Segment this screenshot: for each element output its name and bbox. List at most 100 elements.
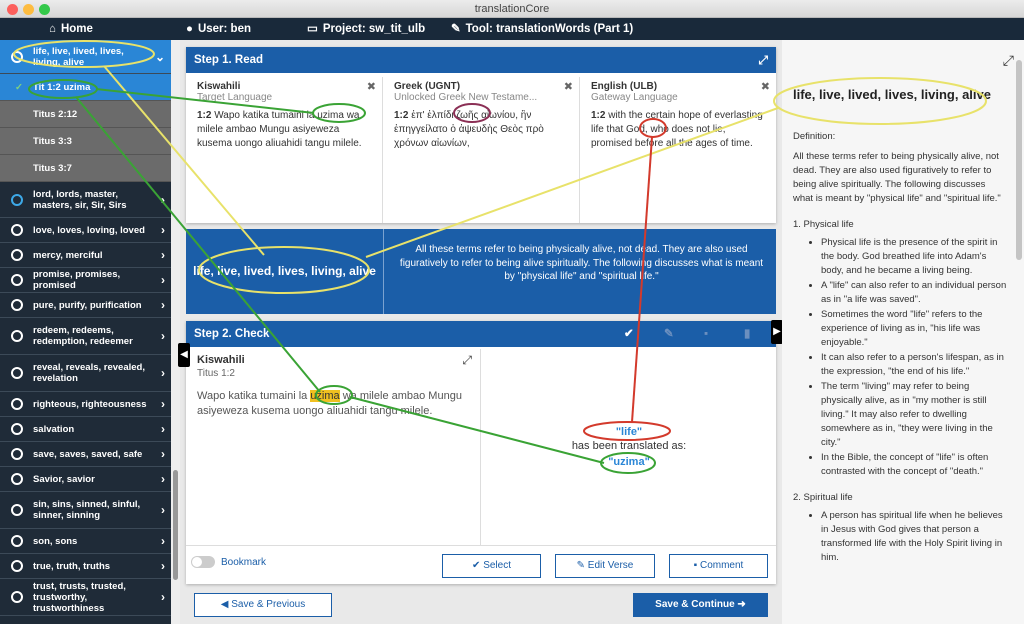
chevron-right-icon: › [161, 397, 165, 411]
tool-nav[interactable]: ✎ Tool: translationWords (Part 1) [451, 18, 633, 40]
highlighted-word: uzima [310, 390, 340, 402]
group-love[interactable]: love, loves, loving, loved › [0, 218, 171, 243]
edit-verse-button[interactable]: ✎ Edit Verse [555, 554, 655, 578]
chevron-right-icon: › [161, 503, 165, 517]
close-icon[interactable]: ✖ [564, 80, 573, 93]
chevron-right-icon: › [161, 447, 165, 461]
select-button[interactable]: ✔ Select [442, 554, 541, 578]
check-icon[interactable]: ✔ [624, 321, 634, 347]
step1-panel: Step 1. Read ⤢ Kiswahili Target Language … [186, 47, 776, 223]
verse-text: 1:2 with the certain hope of everlasting… [591, 110, 763, 149]
chevron-down-icon: ⌄ [154, 49, 165, 64]
progress-circle-icon [11, 398, 23, 410]
sidebar-item-titus-2-12[interactable]: Titus 2:12 [0, 101, 171, 128]
group-true[interactable]: true, truth, truths › [0, 554, 171, 579]
progress-circle-icon [11, 591, 23, 603]
home-nav[interactable]: ⌂ Home [49, 18, 93, 40]
verse-text: 1:2 ἐπ' ἐλπίδι ζωῆς αἰωνίου, ἣν ἐπηγγείλ… [394, 110, 544, 149]
group-save[interactable]: save, saves, saved, safe › [0, 442, 171, 467]
progress-circle-icon [11, 330, 23, 342]
collapse-sidebar-button[interactable]: ◀ [178, 343, 190, 367]
sidebar-scroll-thumb[interactable] [173, 470, 178, 580]
minimize-window-button[interactable] [23, 4, 34, 15]
chevron-right-icon: › [161, 472, 165, 486]
close-icon[interactable]: ✖ [761, 80, 770, 93]
step1-header: Step 1. Read ⤢ [186, 47, 776, 73]
main-area: Step 1. Read ⤢ Kiswahili Target Language … [180, 40, 782, 624]
save-previous-button[interactable]: ◀ Save & Previous [194, 593, 332, 617]
window-title: translationCore [474, 3, 550, 15]
definition-term: life, live, lived, lives, living, alive [186, 229, 384, 314]
group-trust[interactable]: trust, trusts, trusted, trustworthy, tru… [0, 579, 171, 616]
step2-footer: Bookmark ✔ Select ✎ Edit Verse ▪ Comment [186, 545, 776, 584]
window-titlebar: translationCore [0, 0, 1024, 18]
word-definition-panel: ⤢ life, live, lived, lives, living, aliv… [782, 40, 1024, 624]
folder-icon: ▭ [307, 23, 318, 35]
maximize-window-button[interactable] [39, 4, 50, 15]
pencil-icon[interactable]: ✎ [664, 321, 674, 347]
right-panel-scrollbar[interactable] [1016, 60, 1022, 260]
progress-circle-icon [11, 448, 23, 460]
progress-circle-icon [11, 535, 23, 547]
user-nav[interactable]: ● User: ben [186, 18, 251, 40]
expand-icon[interactable]: ⤢ [462, 353, 472, 368]
definition-bar: life, live, lived, lives, living, alive … [186, 229, 776, 314]
group-pure[interactable]: pure, purify, purification › [0, 293, 171, 318]
comment-icon[interactable]: ▪ [704, 321, 708, 347]
close-icon[interactable]: ✖ [367, 80, 376, 93]
sidebar: life, live, lived, lives, living, alive … [0, 40, 171, 624]
group-life-active[interactable]: life, live, lived, lives, living, alive … [0, 40, 171, 74]
check-icon: ✓ [15, 82, 23, 93]
group-salvation[interactable]: salvation › [0, 417, 171, 442]
check-verse-pane: Kiswahili Titus 1:2 Wapo katika tumaini … [186, 349, 481, 545]
group-righteous[interactable]: righteous, righteousness › [0, 392, 171, 417]
definition-title: life, live, lived, lives, living, alive [793, 87, 991, 102]
group-promise[interactable]: promise, promises, promised › [0, 268, 171, 293]
check-verse-text[interactable]: Wapo katika tumaini la uzima wa milele a… [197, 389, 469, 419]
chevron-right-icon: › [161, 298, 165, 312]
sidebar-item-titus-3-7[interactable]: Titus 3:7 [0, 155, 171, 182]
progress-circle-icon [11, 423, 23, 435]
group-sin[interactable]: sin, sins, sinned, sinful, sinner, sinni… [0, 492, 171, 529]
project-nav[interactable]: ▭ Project: sw_tit_ulb [307, 18, 425, 40]
group-redeem[interactable]: redeem, redeems, redemption, redeemer › [0, 318, 171, 355]
progress-circle-icon [11, 299, 23, 311]
progress-circle-icon [11, 560, 23, 572]
expand-icon[interactable]: ⤢ [758, 47, 768, 73]
chevron-right-icon: › [161, 422, 165, 436]
chevron-right-icon: › [161, 273, 165, 287]
translation-pane: "life" has been translated as: "uzima" [571, 426, 687, 468]
save-continue-button[interactable]: Save & Continue ➜ [633, 593, 768, 617]
group-savior[interactable]: Savior, savior › [0, 467, 171, 492]
chevron-right-icon: › [161, 366, 165, 380]
progress-circle-icon [11, 249, 23, 261]
bookmark-toggle[interactable] [191, 556, 215, 568]
expand-icon[interactable]: ⤢ [1003, 52, 1014, 69]
progress-circle-icon [11, 367, 23, 379]
step2-header: Step 2. Check ✔ ✎ ▪ ▮ [186, 321, 776, 347]
close-window-button[interactable] [7, 4, 18, 15]
chevron-right-icon: › [161, 534, 165, 548]
progress-circle-icon [11, 504, 23, 516]
physical-life-list: Physical life is the presence of the spi… [821, 236, 1008, 479]
progress-circle-icon [11, 274, 23, 286]
chevron-right-icon: › [161, 248, 165, 262]
user-icon: ● [186, 23, 193, 35]
pane-greek: Greek (UGNT) Unlocked Greek New Testame.… [383, 77, 580, 223]
group-son[interactable]: son, sons › [0, 529, 171, 554]
progress-circle-icon [11, 50, 23, 63]
definition-summary: All these terms refer to being physicall… [399, 244, 764, 282]
progress-circle-icon [11, 224, 23, 236]
comment-button[interactable]: ▪ Comment [669, 554, 768, 578]
spiritual-life-list: A person has spiritual life when he beli… [821, 509, 1008, 565]
group-reveal[interactable]: reveal, reveals, revealed, revelation › [0, 355, 171, 392]
definition-body: Definition: All these terms refer to bei… [793, 130, 1008, 577]
group-lord[interactable]: lord, lords, master, masters, sir, Sir, … [0, 182, 171, 218]
progress-circle-icon [11, 193, 23, 206]
bookmark-icon[interactable]: ▮ [744, 321, 750, 347]
group-mercy[interactable]: mercy, merciful › [0, 243, 171, 268]
sidebar-item-titus-3-3[interactable]: Titus 3:3 [0, 128, 171, 155]
sidebar-item-tit-1-2[interactable]: ✓ Tit 1:2 uzima [0, 74, 171, 101]
chevron-right-icon: › [161, 329, 165, 343]
home-icon: ⌂ [49, 23, 56, 35]
